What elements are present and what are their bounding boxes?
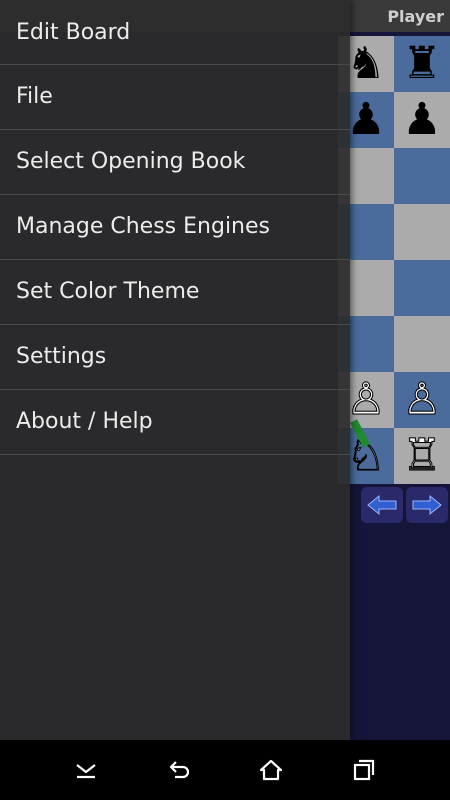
menu-item-about-help[interactable]: About / Help <box>0 390 350 455</box>
square-h6[interactable] <box>394 148 450 204</box>
recents-button[interactable] <box>344 750 384 790</box>
home-icon <box>260 759 283 781</box>
menu-item-manage-chess-engines[interactable]: Manage Chess Engines <box>0 195 350 260</box>
square-h3[interactable] <box>394 316 450 372</box>
square-h7[interactable]: ♟ <box>394 92 450 148</box>
menu-item-file[interactable]: File <box>0 65 350 130</box>
menu-item-select-opening-book[interactable]: Select Opening Book <box>0 130 350 195</box>
player-label: Player <box>387 7 444 26</box>
square-h4[interactable] <box>394 260 450 316</box>
square-h8[interactable]: ♜ <box>394 36 450 92</box>
menu-item-set-color-theme[interactable]: Set Color Theme <box>0 260 350 325</box>
black-pawn-icon: ♟ <box>402 94 442 145</box>
black-rook-icon: ♜ <box>402 38 442 89</box>
system-navigation-bar <box>0 740 450 800</box>
menu-item-edit-board[interactable]: Edit Board <box>0 0 350 65</box>
back-icon <box>169 761 189 779</box>
navigation-drawer[interactable]: Edit Board File Select Opening Book Mana… <box>0 0 350 740</box>
square-h2[interactable]: ♙ <box>394 372 450 428</box>
square-h1[interactable]: ♖ <box>394 428 450 484</box>
arrow-right-icon <box>412 494 442 516</box>
back-button[interactable] <box>159 750 199 790</box>
white-pawn-icon: ♙ <box>402 374 442 426</box>
hide-keyboard-button[interactable] <box>66 750 106 790</box>
recents-icon <box>353 759 374 781</box>
menu-item-settings[interactable]: Settings <box>0 325 350 390</box>
hide-keyboard-icon <box>76 764 96 779</box>
square-h5[interactable] <box>394 204 450 260</box>
white-rook-icon: ♖ <box>402 430 442 482</box>
home-button[interactable] <box>251 750 291 790</box>
arrow-left-icon <box>367 494 397 516</box>
prev-move-button[interactable] <box>361 487 403 523</box>
next-move-button[interactable] <box>406 487 448 523</box>
